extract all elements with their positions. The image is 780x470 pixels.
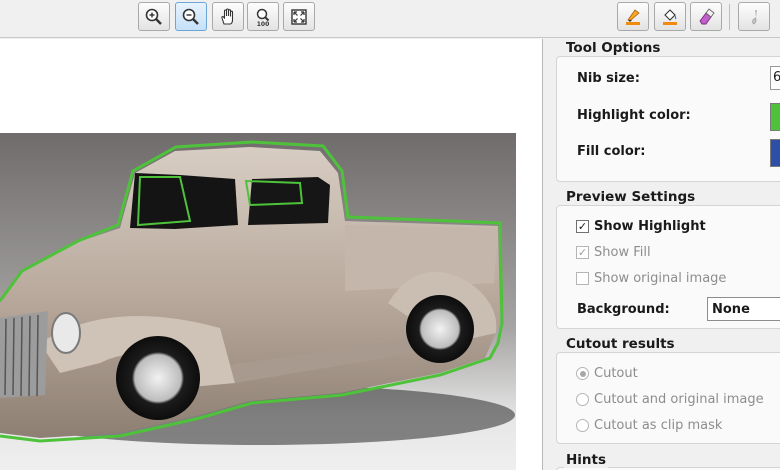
- radio-icon: [576, 419, 589, 432]
- zoom-100-label: 100: [257, 21, 270, 27]
- cutout-and-original-label: Cutout and original image: [594, 392, 764, 407]
- nib-size-label: Nib size:: [577, 71, 640, 86]
- show-original-label: Show original image: [594, 271, 727, 286]
- image-canvas[interactable]: [0, 39, 543, 470]
- tool-options-title: Tool Options: [564, 40, 663, 56]
- cutout-radio[interactable]: Cutout: [576, 366, 638, 381]
- zoom-100-icon: 100: [257, 8, 270, 27]
- nib-size-input[interactable]: 6: [770, 66, 780, 90]
- toolbar: 100: [0, 0, 780, 38]
- highlighter-icon: [626, 8, 640, 25]
- cutout-label: Cutout: [594, 366, 638, 381]
- fit-to-window-button[interactable]: [283, 2, 315, 31]
- truck-photo[interactable]: [0, 133, 516, 470]
- cutout-and-original-radio[interactable]: Cutout and original image: [576, 392, 764, 407]
- radio-selected-icon: [576, 367, 589, 380]
- checkbox-checked-disabled-icon: ✓: [576, 246, 589, 259]
- background-label: Background:: [577, 302, 670, 317]
- highlight-color-label: Highlight color:: [577, 108, 691, 123]
- toolbar-separator: [729, 4, 730, 30]
- actual-size-button[interactable]: 100: [247, 2, 279, 31]
- highlight-color-swatch[interactable]: [770, 103, 780, 131]
- checkbox-checked-icon: ✓: [576, 220, 589, 233]
- highlighter-tool-button[interactable]: [617, 2, 649, 31]
- fill-color-label: Fill color:: [577, 144, 646, 159]
- cutout-clip-mask-radio[interactable]: Cutout as clip mask: [576, 418, 722, 433]
- show-original-checkbox[interactable]: Show original image: [576, 271, 726, 286]
- show-fill-checkbox[interactable]: ✓ Show Fill: [576, 245, 651, 260]
- properties-panel: Tool Options Nib size: 6 Highlight color…: [544, 39, 780, 470]
- show-fill-label: Show Fill: [594, 245, 651, 260]
- brush-tool-button[interactable]: [738, 2, 770, 31]
- pan-button[interactable]: [212, 2, 244, 31]
- show-highlight-checkbox[interactable]: ✓ Show Highlight: [576, 219, 706, 234]
- magnifier-minus-icon: [182, 8, 199, 25]
- cutout-clip-mask-label: Cutout as clip mask: [594, 418, 723, 433]
- checkbox-unchecked-icon: [576, 272, 589, 285]
- fill-color-swatch[interactable]: [770, 139, 780, 167]
- hints-title: Hints: [564, 452, 609, 468]
- paint-bucket-icon: [663, 8, 677, 25]
- fill-tool-button[interactable]: [654, 2, 686, 31]
- fit-to-window-icon: [291, 8, 307, 25]
- truck-image: [0, 133, 516, 470]
- eraser-tool-button[interactable]: [690, 2, 722, 31]
- show-highlight-label: Show Highlight: [594, 219, 706, 234]
- magnifier-plus-icon: [145, 8, 162, 25]
- cutout-results-title: Cutout results: [564, 336, 677, 352]
- zoom-out-button[interactable]: [175, 2, 207, 31]
- radio-icon: [576, 393, 589, 406]
- hand-icon: [221, 7, 234, 25]
- background-select[interactable]: None: [707, 297, 780, 321]
- eraser-icon: [699, 7, 715, 24]
- zoom-in-button[interactable]: [138, 2, 170, 31]
- preview-settings-title: Preview Settings: [564, 189, 698, 205]
- brush-icon: [752, 9, 757, 24]
